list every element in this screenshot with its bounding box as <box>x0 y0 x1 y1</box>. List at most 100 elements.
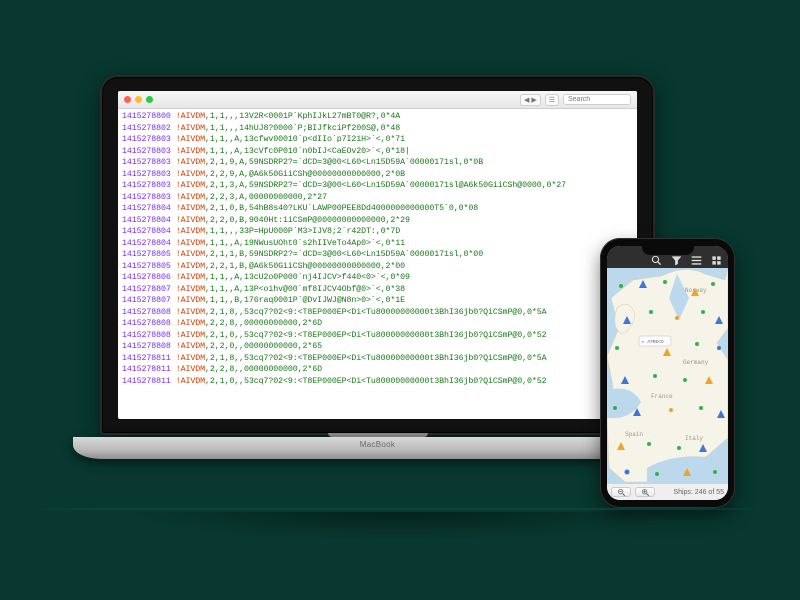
nmea-body: ,1,1,,A,13cU2o0P000`nj4IJCV>f440<0>`<,0*… <box>205 272 410 284</box>
phone-screen: Norway Spain France Germany Italy <box>607 246 728 500</box>
nmea-tag: !AIVDM <box>176 134 205 146</box>
zoom-in-button[interactable] <box>635 487 655 497</box>
timestamp: 1415278807 <box>122 295 171 307</box>
phone-statusbar: Ships: 246 of 55 <box>607 484 728 500</box>
timestamp: 1415278803 <box>122 192 171 204</box>
country-label: Spain <box>625 431 643 438</box>
nmea-body: ,1,1,,,13V2R<0001P`KphIJkL27mBT0@R?,0*4A <box>205 111 400 123</box>
timestamp: 1415278804 <box>122 238 171 250</box>
filter-icon[interactable] <box>670 254 682 266</box>
window-close-button[interactable] <box>124 96 131 103</box>
nmea-tag: !AIVDM <box>176 272 205 284</box>
timestamp: 1415278808 <box>122 307 171 319</box>
editor-toolbar: ◀ ▶ ☰ <box>118 91 637 109</box>
timestamp: 1415278800 <box>122 111 171 123</box>
nmea-tag: !AIVDM <box>176 215 205 227</box>
editor-line: 1415278804 !AIVDM,1,1,,A,19NWusUOht0`s2h… <box>122 238 633 250</box>
phone-notch <box>642 246 694 255</box>
nmea-tag: !AIVDM <box>176 353 205 365</box>
search-icon[interactable] <box>650 254 662 266</box>
ships-status-text: Ships: 246 of 55 <box>673 489 724 496</box>
nmea-tag: !AIVDM <box>176 330 205 342</box>
nmea-tag: !AIVDM <box>176 284 205 296</box>
nmea-tag: !AIVDM <box>176 261 205 273</box>
window-zoom-button[interactable] <box>146 96 153 103</box>
editor-line: 1415278802 !AIVDM,1,1,,,14hUJ8?0000`P;BI… <box>122 123 633 135</box>
country-label: Italy <box>685 435 703 442</box>
nmea-body: ,2,1,8,,53cq7?02<9:<T8EP000EP<Di<Tu80000… <box>205 353 547 365</box>
laptop-screen: ◀ ▶ ☰ 1415278800 !AIVDM,1,1,,,13V2R<0001… <box>118 91 637 419</box>
laptop-bezel: ◀ ▶ ☰ 1415278800 !AIVDM,1,1,,,13V2R<0001… <box>100 75 655 435</box>
nmea-body: ,2,1,0,,53cq7?02<9:<T8EP000EP<Di<Tu80000… <box>205 330 547 342</box>
timestamp: 1415278811 <box>122 376 171 388</box>
editor-line: 1415278811 !AIVDM,2,1,8,,53cq7?02<9:<T8E… <box>122 353 633 365</box>
phone-mockup: Norway Spain France Germany Italy <box>600 238 735 508</box>
nmea-tag: !AIVDM <box>176 226 205 238</box>
nmea-body: ,2,2,8,,00000000000,2*6D <box>205 318 322 330</box>
timestamp: 1415278803 <box>122 157 171 169</box>
nmea-tag: !AIVDM <box>176 364 205 376</box>
editor-line: 1415278811 !AIVDM,2,2,8,,00000000000,2*6… <box>122 364 633 376</box>
country-label: Germany <box>683 359 709 366</box>
editor-line: 1415278803 !AIVDM,2,2,9,A,@A6k50GiiCSh@0… <box>122 169 633 181</box>
nav-buttons[interactable]: ◀ ▶ <box>520 94 541 106</box>
nmea-body: ,1,1,,B,176raq0001P`@DvIJWJ@N8n>0>`<,0*1… <box>205 295 405 307</box>
nmea-body: ,1,1,,,33P=HpU000P`M3>IJV8;2`r42DT:,0*7D <box>205 226 400 238</box>
editor-line: 1415278803 !AIVDM,1,1,,A,13cVfc0P010`n0b… <box>122 146 633 158</box>
nmea-body: ,1,1,,A,13cfwv00010`p<dIIo`p7I21H>`<,0*7… <box>205 134 405 146</box>
timestamp: 1415278804 <box>122 215 171 227</box>
editor-line: 1415278803 !AIVDM,2,2,3,A,00000000000,2*… <box>122 192 633 204</box>
layers-button[interactable]: ☰ <box>545 94 559 106</box>
nmea-tag: !AIVDM <box>176 157 205 169</box>
timestamp: 1415278803 <box>122 180 171 192</box>
editor-line: 1415278811 !AIVDM,2,1,0,,53cq7?02<9:<T8E… <box>122 376 633 388</box>
editor-line: 1415278804 !AIVDM,2,2,0,B,9040Ht:1iCSmP@… <box>122 215 633 227</box>
shelf-line <box>30 508 770 510</box>
laptop-base <box>73 437 683 459</box>
nmea-tag: !AIVDM <box>176 249 205 261</box>
timestamp: 1415278803 <box>122 134 171 146</box>
editor-line: 1415278808 !AIVDM,2,2,0,,00000000000,2*6… <box>122 341 633 353</box>
nmea-tag: !AIVDM <box>176 180 205 192</box>
editor-line: 1415278808 !AIVDM,2,1,0,,53cq7?02<9:<T8E… <box>122 330 633 342</box>
editor-line: 1415278807 !AIVDM,1,1,,B,176raq0001P`@Dv… <box>122 295 633 307</box>
editor-line: 1415278807 !AIVDM,1,1,,A,13P<oihv@00`mf8… <box>122 284 633 296</box>
nmea-body: ,2,1,0,B,54hB8s40?LKU`LAWP00PEE8Dd400000… <box>205 203 478 215</box>
editor-line: 1415278808 !AIVDM,2,1,8,,53cq7?02<9:<T8E… <box>122 307 633 319</box>
nmea-body: ,2,1,3,A,59NSDRP2?=`dCD=3@00<L60<Ln15D59… <box>205 180 566 192</box>
timestamp: 1415278811 <box>122 353 171 365</box>
svg-text:▸ ATRECO: ▸ ATRECO <box>642 339 664 345</box>
nmea-body: ,2,2,0,,00000000000,2*65 <box>205 341 322 353</box>
nmea-tag: !AIVDM <box>176 238 205 250</box>
nmea-tag: !AIVDM <box>176 123 205 135</box>
timestamp: 1415278808 <box>122 330 171 342</box>
nmea-tag: !AIVDM <box>176 203 205 215</box>
editor-line: 1415278804 !AIVDM,1,1,,,33P=HpU000P`M3>I… <box>122 226 633 238</box>
editor-content[interactable]: 1415278800 !AIVDM,1,1,,,13V2R<0001P`KphI… <box>118 109 637 419</box>
editor-line: 1415278803 !AIVDM,1,1,,A,13cfwv00010`p<d… <box>122 134 633 146</box>
nmea-body: ,2,2,9,A,@A6k50GiiCSh@00000000000000,2*0… <box>205 169 405 181</box>
timestamp: 1415278802 <box>122 123 171 135</box>
nmea-body: ,2,2,0,B,9040Ht:1iCSmP@00000000000000,2*… <box>205 215 410 227</box>
timestamp: 1415278804 <box>122 226 171 238</box>
timestamp: 1415278808 <box>122 318 171 330</box>
settings-icon[interactable] <box>710 254 722 266</box>
timestamp: 1415278803 <box>122 146 171 158</box>
editor-line: 1415278805 !AIVDM,2,2,1,B,@A6k50GiiCSh@0… <box>122 261 633 273</box>
zoom-out-button[interactable] <box>611 487 631 497</box>
map-view[interactable]: Norway Spain France Germany Italy <box>607 268 728 484</box>
timestamp: 1415278803 <box>122 169 171 181</box>
nmea-body: ,2,1,9,A,59NSDRP2?=`dCD=3@00<L60<Ln15D59… <box>205 157 483 169</box>
timestamp: 1415278811 <box>122 364 171 376</box>
window-minimize-button[interactable] <box>135 96 142 103</box>
editor-line: 1415278805 !AIVDM,2,1,1,B,59NSDRP2?=`dCD… <box>122 249 633 261</box>
search-input[interactable] <box>563 94 631 105</box>
laptop-mockup: ◀ ▶ ☰ 1415278800 !AIVDM,1,1,,,13V2R<0001… <box>100 75 655 512</box>
country-label: France <box>651 393 673 400</box>
editor-line: 1415278803 !AIVDM,2,1,9,A,59NSDRP2?=`dCD… <box>122 157 633 169</box>
nmea-tag: !AIVDM <box>176 169 205 181</box>
nmea-body: ,1,1,,A,19NWusUOht0`s2hIIVeTo4Ap0>`<,0*1… <box>205 238 405 250</box>
nmea-tag: !AIVDM <box>176 111 205 123</box>
nmea-body: ,2,1,8,,53cq7?02<9:<T8EP000EP<Di<Tu80000… <box>205 307 547 319</box>
list-icon[interactable] <box>690 254 702 266</box>
